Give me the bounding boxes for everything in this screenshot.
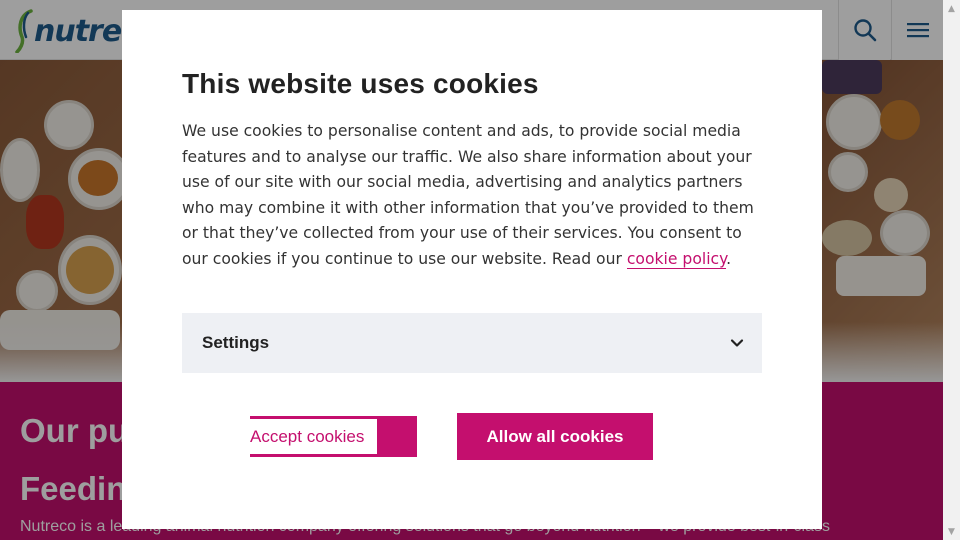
scroll-down-arrow-icon[interactable]: ▼	[943, 523, 960, 540]
allow-all-cookies-label: Allow all cookies	[486, 426, 624, 446]
settings-label: Settings	[202, 333, 270, 352]
cookie-dialog-body: We use cookies to personalise content an…	[182, 119, 772, 272]
cookie-dialog-title: This website uses cookies	[182, 68, 539, 99]
cookie-dialog-text-end: .	[726, 249, 732, 268]
accept-cookies-button[interactable]: Accept cookies	[250, 416, 417, 457]
cookie-dialog-text: We use cookies to personalise content an…	[182, 122, 754, 268]
settings-accordion[interactable]: Settings	[182, 313, 762, 373]
accept-cookies-button-face: Accept cookies	[250, 418, 377, 455]
allow-all-cookies-button[interactable]: Allow all cookies	[457, 413, 653, 460]
cookie-policy-link[interactable]: cookie policy	[626, 249, 727, 269]
scroll-up-arrow-icon[interactable]: ▲	[943, 0, 960, 17]
cookie-dialog: This website uses cookies We use cookies…	[122, 10, 822, 529]
accept-cookies-label: Accept cookies	[250, 426, 365, 446]
chevron-down-icon	[730, 339, 744, 347]
page-scrollbar[interactable]: ▲ ▼	[943, 0, 960, 540]
